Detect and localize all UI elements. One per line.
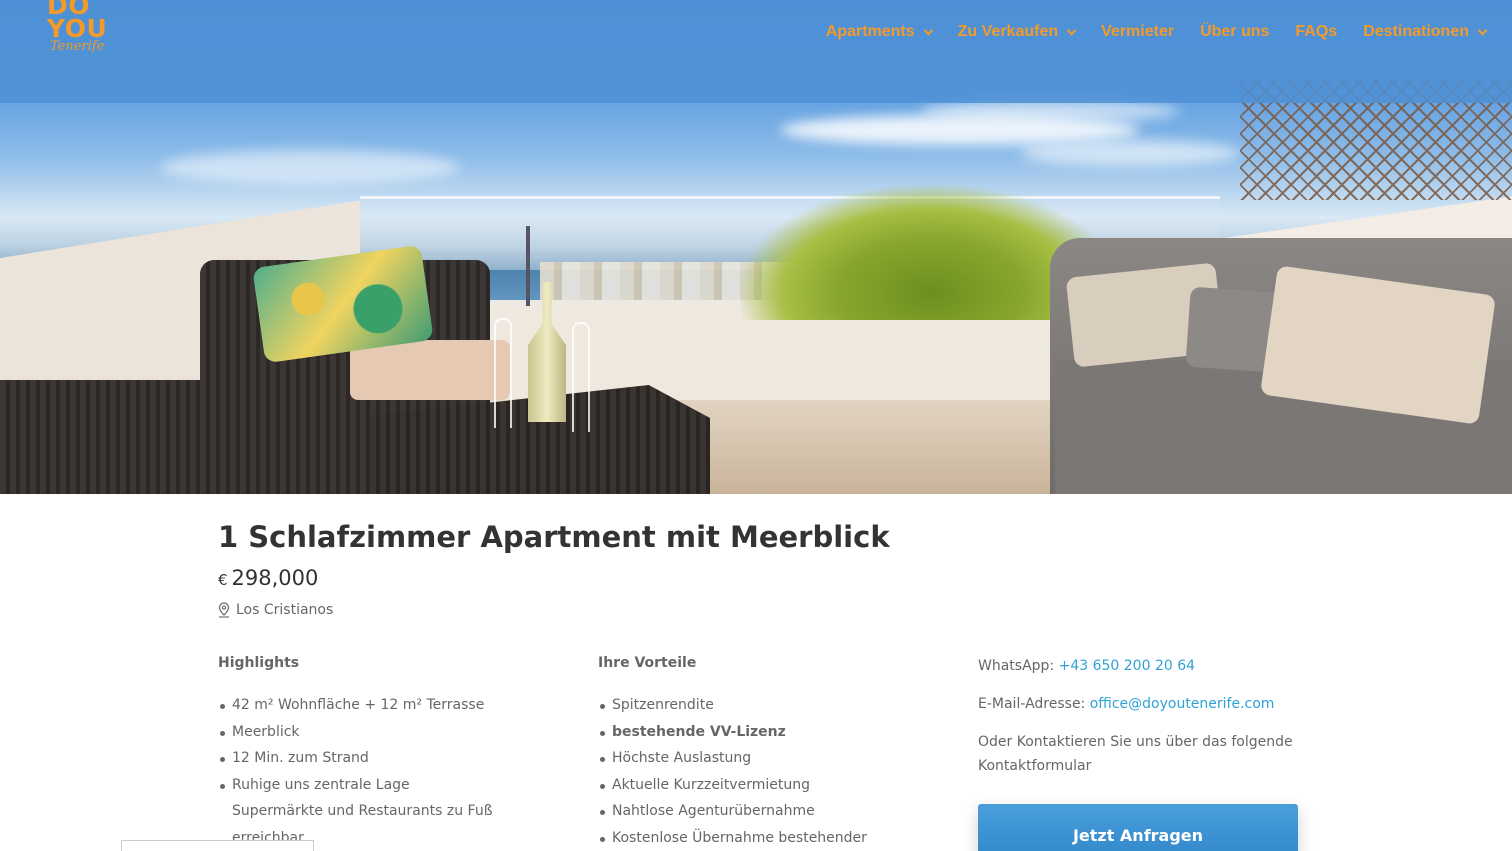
- chevron-down-icon: [923, 25, 934, 35]
- highlights-list: 42 m² Wohnfläche + 12 m² Terrasse Meerbl…: [218, 692, 548, 851]
- map-pin-icon: [218, 602, 230, 618]
- whatsapp-link[interactable]: +43 650 200 20 64: [1059, 658, 1195, 674]
- price-currency: €: [218, 571, 228, 589]
- chevron-down-icon: [1477, 25, 1488, 35]
- email-line: E-Mail-Adresse: office@doyoutenerife.com: [978, 692, 1298, 716]
- nav-item-label: Apartments: [825, 23, 915, 40]
- list-item-line: Supermärkte und Restaurants zu Fuß: [232, 803, 493, 819]
- list-item: 42 m² Wohnfläche + 12 m² Terrasse: [218, 692, 548, 719]
- listing-price: €298,000: [218, 566, 318, 590]
- list-item: Nahtlose Agenturübernahme: [598, 798, 938, 825]
- nav-item-apartments[interactable]: Apartments: [825, 20, 934, 44]
- advantages-heading: Ihre Vorteile: [598, 655, 697, 671]
- advantages-list: Spitzenrendite bestehende VV-Lizenz Höch…: [598, 692, 938, 851]
- nav-item-label: Zu Verkaufen: [957, 23, 1059, 40]
- nav-item-faqs[interactable]: FAQs: [1295, 20, 1337, 44]
- nav-item-vermieter[interactable]: Vermieter: [1101, 20, 1174, 44]
- logo-line2: YOU: [47, 14, 108, 43]
- list-item: Spitzenrendite: [598, 692, 938, 719]
- nav-item-label: Vermieter: [1101, 23, 1175, 40]
- list-item-line: Ruhige uns zentrale Lage: [232, 776, 410, 793]
- chevron-down-icon: [1066, 25, 1077, 35]
- listing-location: Los Cristianos: [218, 602, 333, 618]
- list-item: 12 Min. zum Strand: [218, 745, 548, 772]
- list-item: Höchste Auslastung: [598, 745, 938, 772]
- location-label: Los Cristianos: [236, 602, 334, 618]
- inquire-button[interactable]: Jetzt Anfragen: [978, 804, 1298, 851]
- email-label: E-Mail-Adresse:: [978, 696, 1086, 712]
- whatsapp-label: WhatsApp:: [978, 658, 1055, 674]
- contact-section: WhatsApp: +43 650 200 20 64 E-Mail-Adres…: [978, 654, 1298, 792]
- nav-item-destinationen[interactable]: Destinationen: [1363, 20, 1488, 44]
- list-item: Meerblick: [218, 719, 548, 746]
- list-item: Aktuelle Kurzzeitvermietung: [598, 772, 938, 799]
- nav-item-ueber-uns[interactable]: Über uns: [1200, 20, 1269, 44]
- nav-item-label: Destinationen: [1363, 23, 1469, 40]
- highlights-section: Highlights 42 m² Wohnfläche + 12 m² Terr…: [218, 654, 548, 851]
- list-item: bestehende VV-Lizenz: [598, 719, 938, 746]
- site-header: DO YOU Tenerife Apartments Zu Verkaufen …: [0, 0, 1512, 103]
- highlights-heading: Highlights: [218, 655, 300, 671]
- contact-note: Oder Kontaktieren Sie uns über das folge…: [978, 734, 1293, 774]
- nav-item-zu-verkaufen[interactable]: Zu Verkaufen: [957, 20, 1077, 44]
- main-nav: Apartments Zu Verkaufen Vermieter Über u…: [825, 20, 1488, 44]
- list-item: Kostenlose Übernahme bestehender: [598, 825, 938, 851]
- email-link[interactable]: office@doyoutenerife.com: [1090, 696, 1275, 712]
- listing-title: 1 Schlafzimmer Apartment mit Meerblick: [218, 520, 890, 554]
- nav-item-label: FAQs: [1295, 23, 1338, 40]
- price-value: 298,000: [231, 566, 319, 590]
- whatsapp-line: WhatsApp: +43 650 200 20 64: [978, 654, 1298, 678]
- advantages-section: Ihre Vorteile Spitzenrendite bestehende …: [598, 654, 938, 851]
- logo[interactable]: DO YOU Tenerife: [47, 0, 117, 64]
- nav-item-label: Über uns: [1200, 23, 1270, 40]
- cookie-widget[interactable]: [121, 840, 314, 851]
